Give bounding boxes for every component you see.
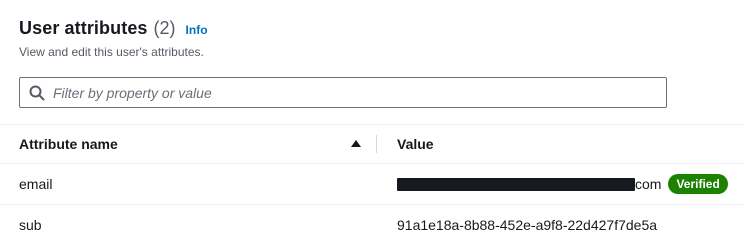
search-icon [29,85,45,100]
attribute-value-cell: 91a1e18a-8b88-452e-a9f8-22d427f7de5a [397,217,658,233]
attribute-name-cell: email [19,176,53,192]
table-header: Attribute name Value [0,124,744,164]
info-link[interactable]: Info [186,23,208,37]
sort-ascending-icon[interactable] [351,140,361,147]
filter-input[interactable] [53,78,666,107]
page-title: User attributes [19,18,148,38]
column-header-attribute-name[interactable]: Attribute name [19,125,118,163]
table-row: sub 91a1e18a-8b88-452e-a9f8-22d427f7de5a [0,205,744,245]
column-header-value[interactable]: Value [397,125,434,163]
section-description: View and edit this user's attributes. [19,45,204,59]
filter-field[interactable] [19,77,667,108]
attribute-count: (2) [153,18,176,38]
table-row: email com Verified [0,164,744,205]
attribute-value-cell: com Verified [397,164,728,204]
attribute-name-cell: sub [19,217,42,233]
attributes-table: Attribute name Value email com Verified … [0,124,744,245]
redacted-value [397,177,635,191]
verified-badge: Verified [668,174,728,194]
value-suffix: com [635,176,662,192]
column-divider[interactable] [376,135,377,153]
section-header: User attributes (2) Info [19,18,208,39]
